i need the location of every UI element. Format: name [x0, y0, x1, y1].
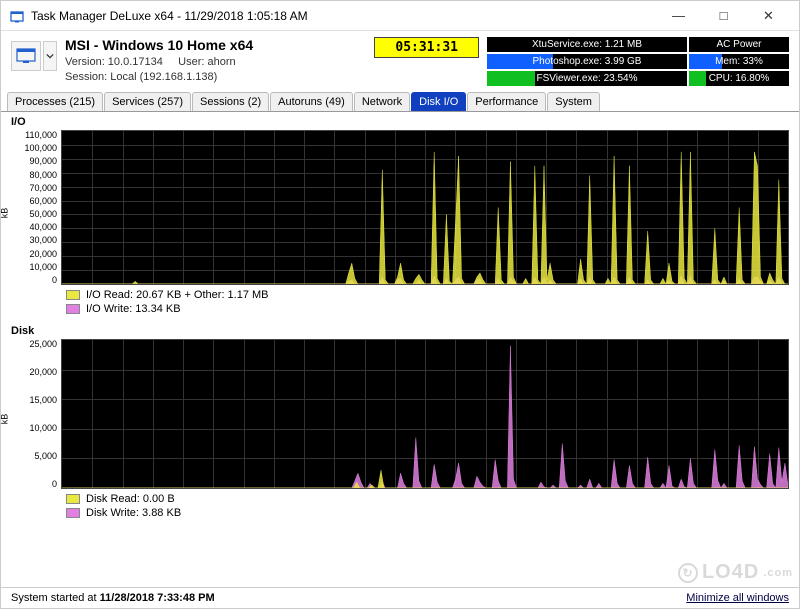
session-text: Session: Local (192.168.1.138): [65, 70, 366, 85]
y-tick: 80,000: [29, 170, 57, 180]
y-tick: 40,000: [29, 222, 57, 232]
version-text: Version: 10.0.17134: [65, 56, 163, 68]
tab-performance[interactable]: Performance: [467, 92, 546, 111]
started-time: 11/28/2018 7:33:48 PM: [100, 592, 215, 604]
y-tick: 0: [52, 479, 57, 489]
tab-autoruns-[interactable]: Autoruns (49): [270, 92, 353, 111]
uptime-timer: 05:31:31: [374, 37, 479, 58]
legend-item: Disk Read: 0.00 B: [66, 493, 789, 505]
io-chart-title: I/O: [11, 116, 789, 128]
tab-system[interactable]: System: [547, 92, 600, 111]
tab-disk-i-o[interactable]: Disk I/O: [411, 92, 466, 111]
minimize-all-link[interactable]: Minimize all windows: [686, 592, 789, 604]
y-tick: 20,000: [29, 249, 57, 259]
started-label: System started at: [11, 592, 100, 604]
disk-chart-title: Disk: [11, 325, 789, 337]
legend-label: I/O Write: 13.34 KB: [86, 303, 181, 315]
io-chart-section: I/O kB 110,000 100,000 90,000 80,000 70,000 6…: [1, 112, 799, 321]
y-tick: 20,000: [29, 367, 57, 377]
legend-swatch: [66, 304, 80, 314]
legend-item: I/O Write: 13.34 KB: [66, 303, 789, 315]
y-tick: 0: [52, 275, 57, 285]
close-button[interactable]: ✕: [746, 2, 791, 30]
legend-item: I/O Read: 20.67 KB + Other: 1.17 MB: [66, 289, 789, 301]
app-icon: [9, 8, 25, 24]
legend-swatch: [66, 290, 80, 300]
legend-label: Disk Write: 3.88 KB: [86, 507, 181, 519]
statusbar: System started at 11/28/2018 7:33:48 PM …: [1, 587, 799, 608]
io-legend: I/O Read: 20.67 KB + Other: 1.17 MB I/O W…: [11, 285, 789, 319]
y-tick: 70,000: [29, 183, 57, 193]
status-grid: XtuService.exe: 1.21 MBAC PowerPhotoshop…: [487, 37, 789, 86]
status-cell: AC Power: [689, 37, 789, 52]
tab-sessions-[interactable]: Sessions (2): [192, 92, 269, 111]
y-tick: 15,000: [29, 395, 57, 405]
legend-swatch: [66, 494, 80, 504]
status-cell: FSViewer.exe: 23.54%: [487, 71, 687, 86]
y-tick: 25,000: [29, 339, 57, 349]
y-tick: 110,000: [25, 130, 57, 140]
y-tick: 5,000: [34, 451, 57, 461]
y-tick: 100,000: [24, 143, 57, 153]
status-cell: XtuService.exe: 1.21 MB: [487, 37, 687, 52]
titlebar: Task Manager DeLuxe x64 - 11/29/2018 1:0…: [1, 1, 799, 31]
y-tick: 30,000: [29, 235, 57, 245]
disk-chart-plot[interactable]: [61, 339, 789, 489]
legend-label: Disk Read: 0.00 B: [86, 493, 175, 505]
legend-swatch: [66, 508, 80, 518]
disk-legend: Disk Read: 0.00 B Disk Write: 3.88 KB: [11, 489, 789, 523]
y-tick: 60,000: [29, 196, 57, 206]
legend-item: Disk Write: 3.88 KB: [66, 507, 789, 519]
system-icon[interactable]: [11, 41, 41, 71]
tab-network[interactable]: Network: [354, 92, 410, 111]
system-dropdown[interactable]: [43, 41, 57, 71]
y-tick: 10,000: [29, 262, 57, 272]
maximize-button[interactable]: □: [701, 2, 746, 30]
tab-bar: Processes (215)Services (257)Sessions (2…: [1, 92, 799, 112]
tab-services-[interactable]: Services (257): [104, 92, 191, 111]
y-tick: 50,000: [29, 209, 57, 219]
y-tick: 10,000: [29, 423, 57, 433]
window-title: Task Manager DeLuxe x64 - 11/29/2018 1:0…: [31, 9, 656, 23]
window-controls: — □ ✕: [656, 2, 791, 30]
user-text: User: ahorn: [178, 56, 235, 68]
io-chart-plot[interactable]: [61, 130, 789, 285]
io-unit: kB: [0, 207, 9, 218]
y-tick: 90,000: [29, 156, 57, 166]
status-cell: Photoshop.exe: 3.99 GB: [487, 54, 687, 69]
header: MSI - Windows 10 Home x64 Version: 10.0.…: [1, 31, 799, 90]
disk-chart-section: Disk kB 25,000 20,000 15,000 10,000 5,000 0 D…: [1, 321, 799, 525]
system-title: MSI - Windows 10 Home x64: [65, 37, 366, 53]
disk-unit: kB: [0, 414, 9, 425]
legend-label: I/O Read: 20.67 KB + Other: 1.17 MB: [86, 289, 269, 301]
watermark: ↻LO4D.com: [678, 561, 793, 584]
tab-processes-[interactable]: Processes (215): [7, 92, 103, 111]
status-cell: Mem: 33%: [689, 54, 789, 69]
system-info: MSI - Windows 10 Home x64 Version: 10.0.…: [65, 37, 366, 86]
status-cell: CPU: 16.80%: [689, 71, 789, 86]
minimize-button[interactable]: —: [656, 2, 701, 30]
